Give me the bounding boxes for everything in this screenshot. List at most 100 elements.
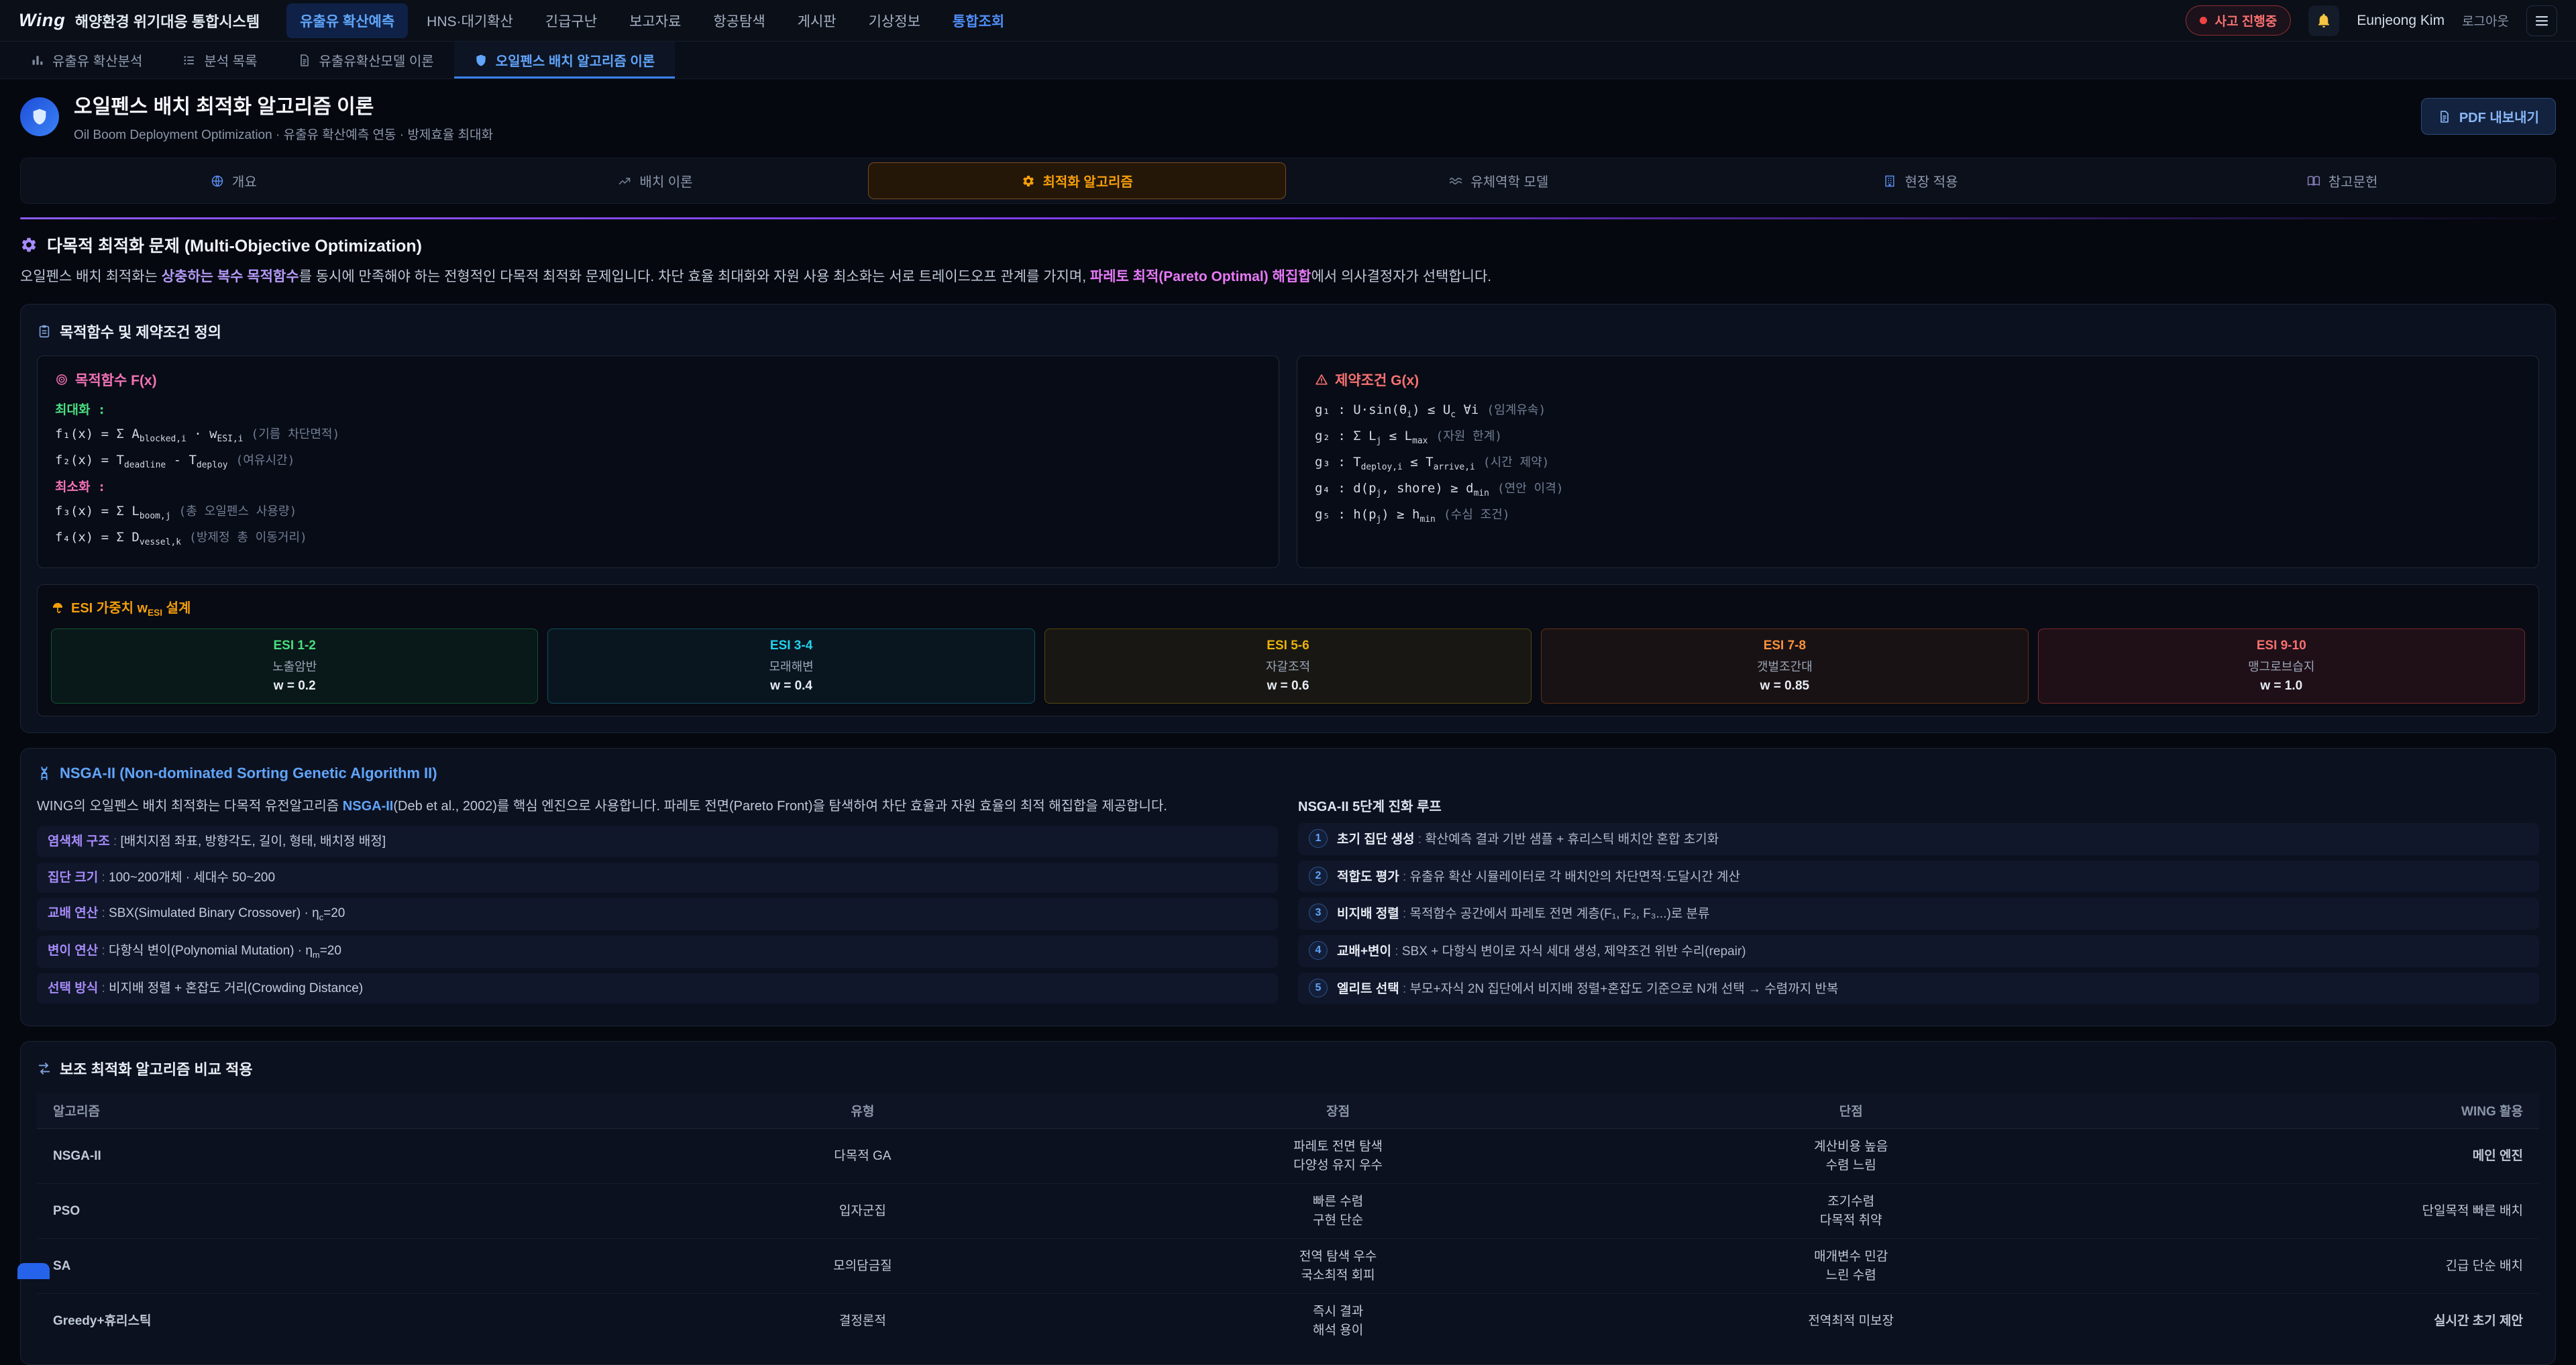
param-label: 변이 연산 <box>48 944 109 958</box>
tab-diffusion-model-theory[interactable]: 유출유확산모델 이론 <box>278 42 454 78</box>
objective-function-panel: 목적함수 F(x) 최대화 : f₁(x) = Σ Ablocked,i · w… <box>37 356 1279 569</box>
nav-item-aerial-search[interactable]: 항공탐색 <box>700 3 778 38</box>
constraint-panel: 제약조건 G(x) g₁ : U·sin(θi) ≤ Uc ∀i(임계유속) g… <box>1297 356 2539 569</box>
section-tab-label: 개요 <box>232 171 257 190</box>
section-tab-field-application[interactable]: 현장 적용 <box>1712 162 2130 199</box>
table-row-nsga2: NSGA-II 다목적 GA 파레토 전면 탐색 다양성 유지 우수 계산비용 … <box>37 1129 2539 1184</box>
user-name: Eunjeong Kim <box>2357 13 2445 29</box>
evolution-step-3: 3 비지배 정렬목적함수 공간에서 파레토 전면 계층(F₁, F₂, F₃..… <box>1298 897 2539 930</box>
section-tab-bar: 개요 배치 이론 최적화 알고리즘 유체역학 모델 현장 적용 참고문헌 <box>20 158 2556 204</box>
floating-widget-button[interactable] <box>17 1263 50 1279</box>
nav-item-integrated-search[interactable]: 통합조회 <box>939 3 1018 38</box>
table-row-pso: PSO 입자군집 빠른 수렴 구현 단순 조기수렴 다목적 취약 단일목적 빠른… <box>37 1184 2539 1239</box>
esi-range: ESI 7-8 <box>1548 639 2021 653</box>
esi-tile-grid: ESI 1-2 노출암반 w = 0.2 ESI 3-4 모래해변 w = 0.… <box>51 629 2525 704</box>
param-value: 100~200개체 · 세대수 50~200 <box>109 871 275 885</box>
compare-arrows-icon <box>37 1061 52 1076</box>
param-row-chromosome: 염색체 구조[배치지점 좌표, 방향각도, 길이, 형태, 배치정 배정] <box>37 826 1278 857</box>
param-row-mutation: 변이 연산다항식 변이(Polynomial Mutation) · ηm=20 <box>37 936 1278 968</box>
step-description: 목적함수 공간에서 파레토 전면 계층(F₁, F₂, F₃...)로 분류 <box>1410 907 1710 921</box>
evolution-step-5: 5 엘리트 선택부모+자식 2N 집단에서 비지배 정렬+혼잡도 기준으로 N개… <box>1298 973 2539 1005</box>
objective-formula-row: f₂(x) = Tdeadline - Tdeploy(여유시간) <box>55 451 1261 472</box>
nav-item-hns-diffusion[interactable]: HNS·대기확산 <box>413 3 527 38</box>
algorithm-name: NSGA-II <box>37 1129 637 1184</box>
algorithm-type: 입자군집 <box>637 1184 1087 1239</box>
algorithm-pros: 즉시 결과 해석 용이 <box>1088 1294 1589 1349</box>
minimize-label: 최소화 : <box>55 480 105 494</box>
table-row-sa: SA 모의담금질 전역 탐색 우수 국소최적 회피 매개변수 민감 느린 수렴 … <box>37 1239 2539 1294</box>
nav-item-emergency-rescue[interactable]: 긴급구난 <box>532 3 610 38</box>
gear-icon <box>20 236 38 254</box>
evolution-loop-title: NSGA-II 5단계 진화 루프 <box>1298 796 2539 815</box>
intro-text: 오일펜스 배치 최적화는 <box>20 269 162 284</box>
esi-shore-type: 갯벌조간대 <box>1548 657 2021 675</box>
section-tab-overview[interactable]: 개요 <box>25 162 443 199</box>
step-label: 적합도 평가 <box>1337 870 1410 884</box>
definition-card-title-text: 목적함수 및 제약조건 정의 <box>60 321 221 342</box>
bell-icon <box>2316 13 2332 29</box>
algorithm-type: 다목적 GA <box>637 1129 1087 1184</box>
pdf-export-button[interactable]: PDF 내보내기 <box>2421 98 2556 135</box>
formula: g₂ : Σ Lj ≤ Lmax <box>1315 429 1428 443</box>
logout-button[interactable]: 로그아웃 <box>2462 11 2509 30</box>
nav-item-board[interactable]: 게시판 <box>784 3 850 38</box>
esi-weight-title: ESI 가중치 wESI 설계 <box>51 597 2525 618</box>
section-tab-optimization-algorithm[interactable]: 최적화 알고리즘 <box>868 162 1286 199</box>
maximize-label-row: 최대화 : <box>55 400 1261 420</box>
param-value: SBX(Simulated Binary Crossover) · ηc=20 <box>109 906 345 920</box>
nav-item-spill-prediction[interactable]: 유출유 확산예측 <box>286 3 408 38</box>
notifications-button[interactable] <box>2308 5 2339 36</box>
esi-range: ESI 1-2 <box>58 639 531 653</box>
wave-icon <box>1449 174 1462 188</box>
esi-weight-title-text: ESI 가중치 wESI 설계 <box>71 597 191 618</box>
tab-boom-algorithm-theory[interactable]: 오일펜스 배치 알고리즘 이론 <box>454 42 675 78</box>
objective-formula-row: f₁(x) = Σ Ablocked,i · wESI,i(기름 차단면적) <box>55 425 1261 445</box>
document-icon <box>298 54 311 67</box>
section-heading-text: 다목적 최적화 문제 (Multi-Objective Optimization… <box>47 233 422 257</box>
tab-analysis-list[interactable]: 분석 목록 <box>162 42 277 78</box>
table-row-greedy: Greedy+휴리스틱 결정론적 즉시 결과 해석 용이 전역최적 미보장 실시… <box>37 1294 2539 1349</box>
section-tab-hydrodynamics-model[interactable]: 유체역학 모델 <box>1290 162 1708 199</box>
evolution-step-1: 1 초기 집단 생성확산예측 결과 기반 샘플 + 휴리스틱 배치안 혼합 초기… <box>1298 823 2539 855</box>
param-label: 교배 연산 <box>48 906 109 920</box>
step-label: 초기 집단 생성 <box>1337 832 1425 847</box>
nsga-paragraph: WING의 오일펜스 배치 최적화는 다목적 유전알고리즘 NSGA-II(De… <box>37 796 1278 817</box>
param-row-selection: 선택 방식비지배 정렬 + 혼잡도 거리(Crowding Distance) <box>37 973 1278 1004</box>
column-header-type: 유형 <box>637 1093 1087 1129</box>
constraint-formula-row: g₁ : U·sin(θi) ≤ Uc ∀i(임계유속) <box>1315 400 2521 421</box>
formula-note: (총 오일펜스 사용량) <box>178 504 297 518</box>
step-number: 5 <box>1309 979 1328 997</box>
tab-label: 오일펜스 배치 알고리즘 이론 <box>496 50 655 70</box>
section-tab-references[interactable]: 참고문헌 <box>2133 162 2551 199</box>
page-header: 오일펜스 배치 최적화 알고리즘 이론 Oil Boom Deployment … <box>0 79 2576 154</box>
pdf-document-icon <box>2438 110 2451 123</box>
constraint-formula-row: g₃ : Tdeploy,i ≤ Tarrive,i(시간 제약) <box>1315 453 2521 474</box>
nsga-left-column: WING의 오일펜스 배치 최적화는 다목적 유전알고리즘 NSGA-II(De… <box>37 796 1278 1009</box>
book-icon <box>2307 174 2320 188</box>
esi-weight-box: ESI 가중치 wESI 설계 ESI 1-2 노출암반 w = 0.2 ESI… <box>37 584 2539 716</box>
app-logo[interactable]: Wing 해양환경 위기대응 통합시스템 <box>19 10 260 32</box>
incident-status-dot <box>2200 17 2207 24</box>
incident-status-badge[interactable]: 사고 진행중 <box>2186 5 2292 36</box>
step-text: 초기 집단 생성확산예측 결과 기반 샘플 + 휴리스틱 배치안 혼합 초기화 <box>1337 829 1719 849</box>
beach-icon <box>51 601 64 614</box>
objective-panel-title: 목적함수 F(x) <box>55 370 1261 390</box>
hamburger-icon <box>2534 13 2550 29</box>
tab-spill-analysis[interactable]: 유출유 확산분석 <box>11 42 162 78</box>
column-header-pros: 장점 <box>1088 1093 1589 1129</box>
formula-note: (임계유속) <box>1487 403 1546 417</box>
wing-usage: 실시간 초기 제안 <box>2114 1294 2539 1349</box>
step-description: 유출유 확산 시뮬레이터로 각 배치안의 차단면적·도달시간 계산 <box>1410 870 1740 884</box>
formula-note: (방제정 총 이동거리) <box>189 531 307 545</box>
nav-item-reports[interactable]: 보고자료 <box>616 3 694 38</box>
nav-item-weather[interactable]: 기상정보 <box>855 3 934 38</box>
hamburger-menu-button[interactable] <box>2526 5 2557 36</box>
algorithm-type: 모의담금질 <box>637 1239 1087 1294</box>
sub-tab-bar: 유출유 확산분석 분석 목록 유출유확산모델 이론 오일펜스 배치 알고리즘 이… <box>0 42 2576 79</box>
intro-paragraph: 오일펜스 배치 최적화는 상충하는 복수 목적함수를 동시에 만족해야 하는 전… <box>20 265 2556 289</box>
section-tab-deployment-theory[interactable]: 배치 이론 <box>447 162 865 199</box>
page-header-texts: 오일펜스 배치 최적화 알고리즘 이론 Oil Boom Deployment … <box>74 90 493 143</box>
formula: f₂(x) = Tdeadline - Tdeploy <box>55 453 228 468</box>
page-title: 오일펜스 배치 최적화 알고리즘 이론 <box>74 90 493 119</box>
shield-icon <box>30 107 49 126</box>
